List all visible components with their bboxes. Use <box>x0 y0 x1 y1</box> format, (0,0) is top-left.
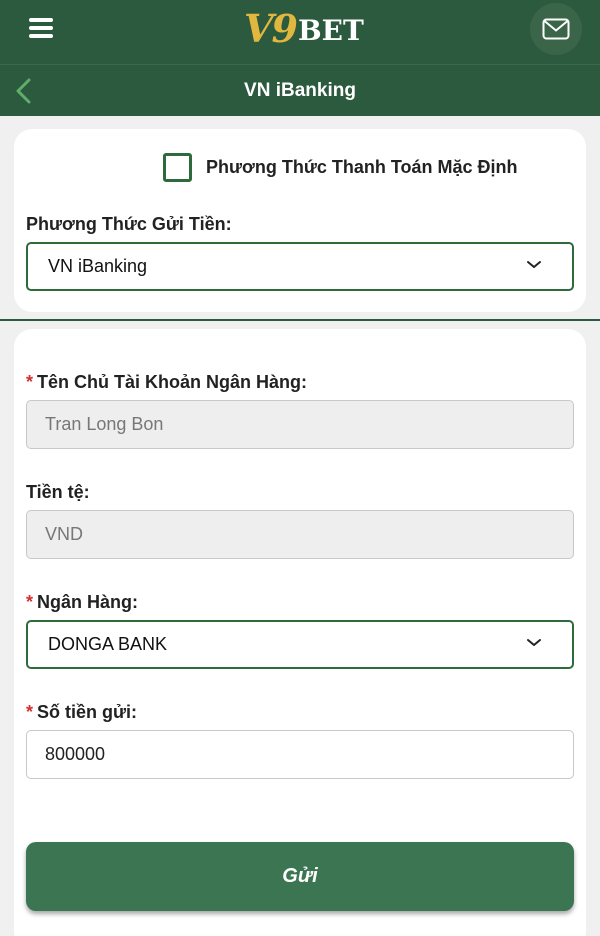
logo-text: BET <box>297 14 364 47</box>
mail-button[interactable] <box>530 3 582 55</box>
top-bar: V9 BET <box>0 0 600 64</box>
bank-label-text: Ngân Hàng: <box>37 592 139 612</box>
default-method-checkbox[interactable] <box>163 153 192 182</box>
account-holder-label: * Tên Chủ Tài Khoản Ngân Hàng: <box>26 372 307 393</box>
bank-select[interactable]: DONGA BANK <box>26 620 574 669</box>
brand-logo[interactable]: V9 BET <box>244 6 364 52</box>
hamburger-menu-icon[interactable] <box>29 17 53 39</box>
amount-label-text: Số tiền gửi: <box>37 702 138 722</box>
mail-icon <box>542 18 570 40</box>
required-mark: * <box>26 702 34 722</box>
deposit-method-value: VN iBanking <box>48 256 148 276</box>
deposit-method-select[interactable]: VN iBanking <box>26 242 574 291</box>
required-mark: * <box>26 372 34 392</box>
currency-field: VND <box>26 510 574 559</box>
bank-label: * Ngân Hàng: <box>26 592 138 613</box>
section-divider <box>0 319 600 321</box>
payment-method-card: Phương Thức Thanh Toán Mặc Định Phương T… <box>14 129 586 312</box>
amount-label: * Số tiền gửi: <box>26 702 137 723</box>
page-header: VN iBanking <box>0 64 600 116</box>
chevron-down-icon <box>527 261 541 268</box>
submit-button[interactable]: Gửi <box>26 842 574 911</box>
deposit-method-label: Phương Thức Gửi Tiền: <box>26 214 232 234</box>
chevron-left-icon[interactable] <box>14 78 34 104</box>
required-mark: * <box>26 592 34 612</box>
logo-mark: V9 <box>244 6 298 51</box>
currency-label: Tiền tệ: <box>26 482 90 502</box>
default-method-label: Phương Thức Thanh Toán Mặc Định <box>206 157 518 177</box>
account-holder-field: Tran Long Bon <box>26 400 574 449</box>
page-title: VN iBanking <box>244 80 356 101</box>
amount-input[interactable]: 800000 <box>26 730 574 779</box>
account-holder-label-text: Tên Chủ Tài Khoản Ngân Hàng: <box>37 372 308 392</box>
deposit-form-card: * Tên Chủ Tài Khoản Ngân Hàng: Tran Long … <box>14 329 586 936</box>
chevron-down-icon <box>527 639 541 646</box>
bank-value: DONGA BANK <box>48 634 168 654</box>
